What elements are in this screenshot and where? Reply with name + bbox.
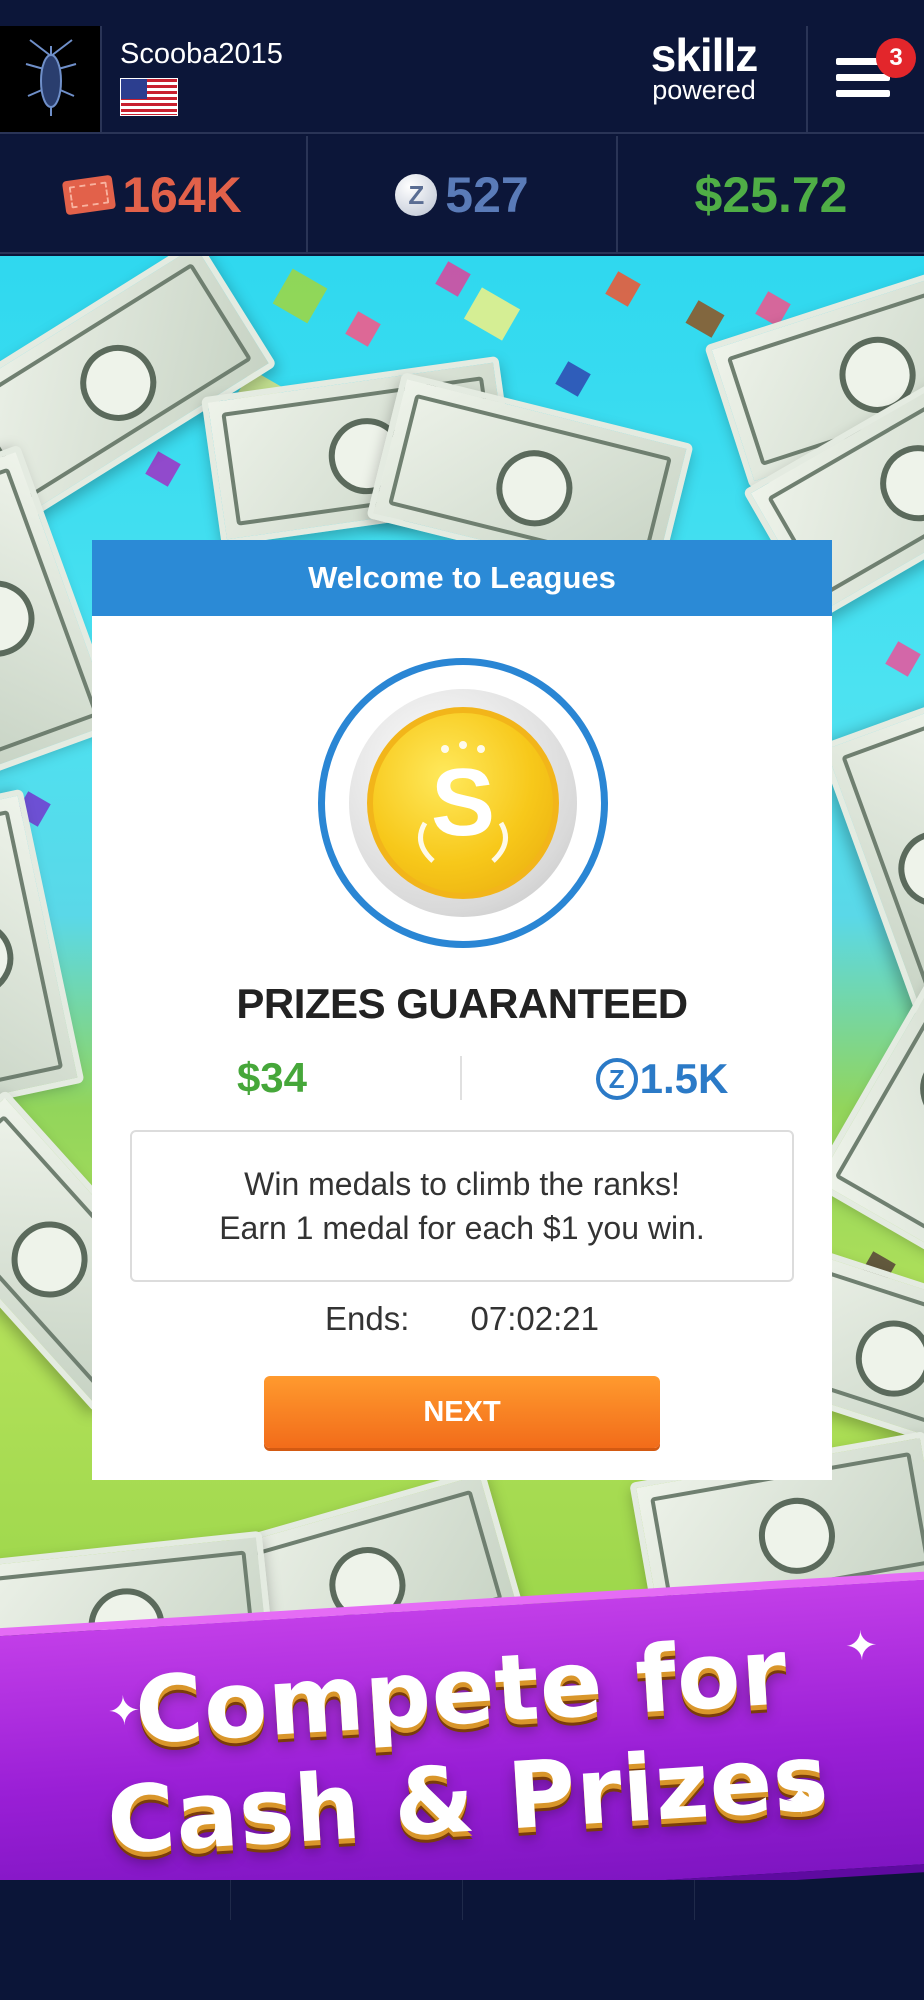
bottom-nav-area [0,1880,924,2000]
ticket-balance-value: 164K [122,167,242,223]
notification-badge[interactable]: 3 [876,38,916,78]
bottom-divider [694,1880,695,1920]
skillz-powered-logo: skillz powered [620,29,788,105]
confetti-piece [145,451,181,487]
z-coin-balance-value: 527 [445,167,529,223]
bottom-divider [230,1880,231,1920]
username: Scooba2015 [120,38,283,70]
logo-powered-text: powered [652,75,756,105]
medal-outer-rim: S [349,689,577,917]
confetti-piece [435,261,471,297]
prize-divider [460,1056,462,1100]
next-button[interactable]: NEXT [264,1376,660,1448]
medal-s-letter: S [430,749,496,856]
ends-label: Ends: [324,1300,410,1337]
z-coin-icon: Z [395,174,438,216]
confetti-piece [555,361,591,397]
prizes-title: PRIZES GUARANTEED [236,980,688,1027]
dollar-bill [0,788,85,1114]
sparkle-icon: ✦ [843,1623,880,1670]
promo-banner: Compete for Cash & Prizes ✦ ✦ ✦ [0,1569,924,1931]
z-coin-icon: Z [595,1058,638,1100]
menu-bar [836,74,890,81]
info-box: Win medals to climb the ranks! Earn 1 me… [130,1130,794,1282]
z-coin-balance[interactable]: Z 527 [308,136,616,254]
confetti-piece [272,268,328,324]
ticket-balance[interactable]: 164K [0,136,306,254]
modal-title: Welcome to Leagues [92,540,832,616]
sparkle-icon: ✦ [105,1688,142,1735]
balance-bar: 164K Z 527 $25.72 [0,136,924,254]
medal-face: S [367,707,559,899]
confetti-piece [345,311,381,347]
cash-balance-value: $25.72 [694,167,848,223]
ends-time: 07:02:21 [470,1300,600,1337]
dollar-bill [818,694,924,1028]
menu-divider [806,26,808,132]
prize-z-value: 1.5K [639,1055,729,1102]
leagues-welcome-modal: Welcome to Leagues S PRIZES GUARANTEED $… [92,540,832,1480]
confetti-piece [685,300,725,338]
info-line-1: Win medals to climb the ranks! [244,1166,680,1202]
menu-bar [836,90,890,97]
info-line-2: Earn 1 medal for each $1 you win. [219,1210,705,1246]
confetti-piece [885,641,921,677]
bottom-divider [462,1880,463,1920]
us-flag-icon [120,78,178,116]
gold-medal-icon: S [318,658,608,948]
ends-countdown: Ends: 07:02:21 [92,1300,832,1338]
confetti-piece [605,271,641,307]
ticket-icon [62,174,117,216]
confetti-piece [463,287,521,341]
logo-skillz-text: skillz [650,29,759,81]
prize-cash-value: $34 [236,1054,308,1101]
cash-balance[interactable]: $25.72 [618,136,924,254]
avatar[interactable] [0,26,102,132]
prize-z-coins: Z 1.5K [552,1054,772,1104]
top-header: Scooba2015 skillz powered 3 [0,0,924,134]
sparkle-icon: ✦ [782,1777,819,1824]
banner-text: Compete for Cash & Prizes [0,1607,924,1884]
